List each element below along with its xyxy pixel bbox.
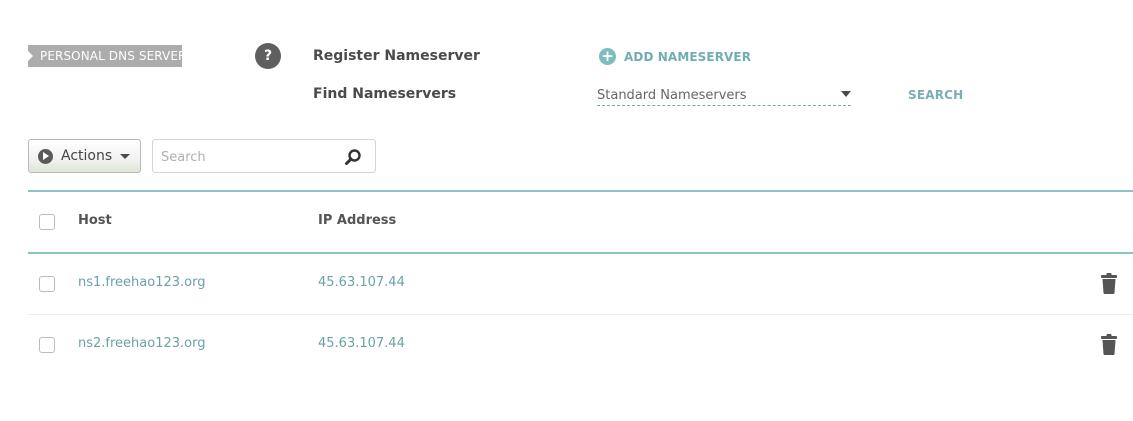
table-row: ns1.freehao123.org 45.63.107.44 [28, 254, 1133, 315]
nameserver-type-value: Standard Nameservers [597, 88, 747, 103]
actions-label: Actions [61, 148, 113, 164]
trash-icon[interactable] [1101, 334, 1117, 355]
plus-circle-icon: + [599, 48, 616, 65]
play-circle-icon [38, 148, 53, 164]
question-icon[interactable]: ? [255, 43, 281, 69]
actions-dropdown-button[interactable]: Actions [28, 139, 141, 173]
ip-address-cell: 45.63.107.44 [318, 275, 405, 290]
table-header: Host IP Address [28, 190, 1133, 254]
column-header-ip-address: IP Address [318, 213, 397, 228]
column-header-host: Host [78, 213, 112, 228]
nameserver-type-select[interactable]: Standard Nameservers [597, 84, 851, 106]
section-tag-label: PERSONAL DNS SERVER [40, 49, 187, 63]
trash-icon[interactable] [1101, 273, 1117, 294]
find-nameservers-label: Find Nameservers [313, 86, 457, 102]
ip-address-cell: 45.63.107.44 [318, 336, 405, 351]
add-nameserver-button[interactable]: + ADD NAMESERVER [599, 48, 751, 65]
nameserver-table: Host IP Address ns1.freehao123.org 45.63… [28, 190, 1133, 375]
register-nameserver-label: Register Nameserver [313, 48, 480, 64]
host-cell[interactable]: ns2.freehao123.org [78, 336, 205, 351]
tag-notch [28, 51, 33, 61]
search-box [152, 139, 376, 174]
row-checkbox[interactable] [39, 276, 55, 292]
table-row: ns2.freehao123.org 45.63.107.44 [28, 315, 1133, 375]
search-input[interactable] [153, 140, 348, 174]
host-cell[interactable]: ns1.freehao123.org [78, 275, 205, 290]
row-checkbox[interactable] [39, 337, 55, 353]
search-icon[interactable] [344, 148, 362, 166]
search-nameservers-button[interactable]: SEARCH [908, 88, 963, 102]
add-nameserver-label: ADD NAMESERVER [624, 49, 752, 64]
section-tag-personal-dns-server: PERSONAL DNS SERVER [28, 45, 186, 67]
select-all-checkbox[interactable] [39, 214, 55, 230]
chevron-down-icon [841, 91, 851, 97]
caret-down-icon [120, 153, 131, 159]
